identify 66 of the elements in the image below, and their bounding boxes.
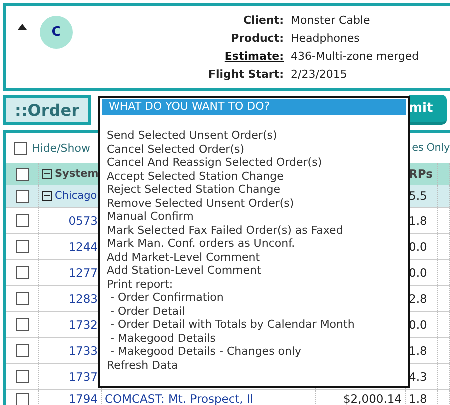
menu-item[interactable]: - Makegood Details xyxy=(107,332,408,345)
menu-item[interactable]: Reject Selected Station Change xyxy=(107,183,408,196)
checkbox[interactable] xyxy=(16,168,28,180)
checkbox[interactable] xyxy=(16,240,28,253)
menu-item[interactable]: Mark Man. Conf. orders as Unconf. xyxy=(107,237,408,250)
table-cell: 1.8 xyxy=(409,344,428,358)
field-value: Monster Cable xyxy=(291,14,372,28)
checkbox[interactable] xyxy=(16,292,28,305)
menu-item[interactable]: Cancel And Reassign Selected Order(s) xyxy=(107,156,408,170)
menu-title: WHAT DO YOU WANT TO DO? xyxy=(102,99,406,115)
menu-item[interactable]: Accept Selected Station Change xyxy=(107,170,408,183)
checkbox[interactable] xyxy=(16,370,28,383)
field-label: Product: xyxy=(230,32,284,46)
collapse-icon[interactable] xyxy=(42,169,52,179)
menu-item[interactable]: Remove Selected Unsent Order(s) xyxy=(107,196,408,210)
menu-item[interactable]: Add Market-Level Comment xyxy=(107,250,408,264)
field-label-link[interactable]: Estimate: xyxy=(73,50,284,64)
checkbox[interactable] xyxy=(16,266,28,279)
field-value: Headphones xyxy=(291,32,361,46)
menu-item[interactable]: - Order Detail xyxy=(107,304,408,318)
hide-show-label[interactable]: Hide/Show xyxy=(32,142,90,154)
menu-item[interactable]: - Order Confirmation xyxy=(107,291,408,304)
order-link[interactable]: 1283 xyxy=(68,292,98,306)
table-cell: 4.3 xyxy=(409,370,428,384)
filter-label[interactable]: es Only xyxy=(412,142,450,154)
checkbox[interactable] xyxy=(16,214,28,227)
menu-item[interactable]: Send Selected Unsent Order(s) xyxy=(107,129,408,142)
menu-item[interactable]: Manual Confirm xyxy=(107,210,408,224)
menu-item[interactable]: Print report: xyxy=(107,278,408,291)
order-title: ::Order xyxy=(3,95,91,125)
menu-item[interactable]: Mark Selected Fax Failed Order(s) as Faxed xyxy=(107,224,408,237)
checkbox[interactable] xyxy=(16,190,28,202)
menu-item[interactable]: Add Station-Level Comment xyxy=(107,264,408,278)
avatar: C xyxy=(40,16,73,49)
menu-item[interactable]: - Makegood Details - Changes only xyxy=(107,345,408,358)
checkbox[interactable] xyxy=(16,318,28,331)
field-value: 2/23/2015 xyxy=(291,68,348,82)
table-cell: 0.0 xyxy=(409,240,428,254)
menu-item[interactable]: - Order Detail with Totals by Calendar Month xyxy=(107,318,408,332)
order-link[interactable]: 0573 xyxy=(68,214,98,228)
table-cell: 0.0 xyxy=(409,266,428,280)
column-header[interactable]: RPs xyxy=(409,167,433,181)
group-name[interactable]: Chicago xyxy=(55,190,98,202)
order-link[interactable]: 1732 xyxy=(68,318,98,332)
order-link[interactable]: 1737 xyxy=(68,370,98,384)
column-header[interactable]: System xyxy=(55,168,99,180)
table-cell: 1.8 xyxy=(409,392,428,405)
table-cell: 5.5 xyxy=(409,189,428,203)
order-link[interactable]: 1794 xyxy=(68,392,98,405)
table-cell: 1.8 xyxy=(409,214,428,228)
collapse-icon[interactable] xyxy=(42,191,52,201)
menu-item[interactable]: Cancel Selected Order(s) xyxy=(107,142,408,156)
field-label: Client: xyxy=(242,14,284,28)
order-link[interactable]: 1733 xyxy=(68,344,98,358)
field-label: Flight Start: xyxy=(207,68,284,82)
table-cell: $2,000.14 xyxy=(343,392,402,405)
order-link[interactable]: 1277 xyxy=(68,266,98,280)
menu-item[interactable]: Refresh Data xyxy=(107,358,408,372)
table-cell: 0.0 xyxy=(409,318,428,332)
caret-icon[interactable] xyxy=(18,24,27,30)
order-link[interactable]: 1244 xyxy=(68,240,98,254)
checkbox[interactable] xyxy=(16,344,28,357)
checkbox[interactable] xyxy=(14,142,27,154)
field-value: 436-Multi-zone merged xyxy=(291,50,420,64)
table-cell: 2.8 xyxy=(409,292,428,306)
checkbox[interactable] xyxy=(16,392,28,405)
